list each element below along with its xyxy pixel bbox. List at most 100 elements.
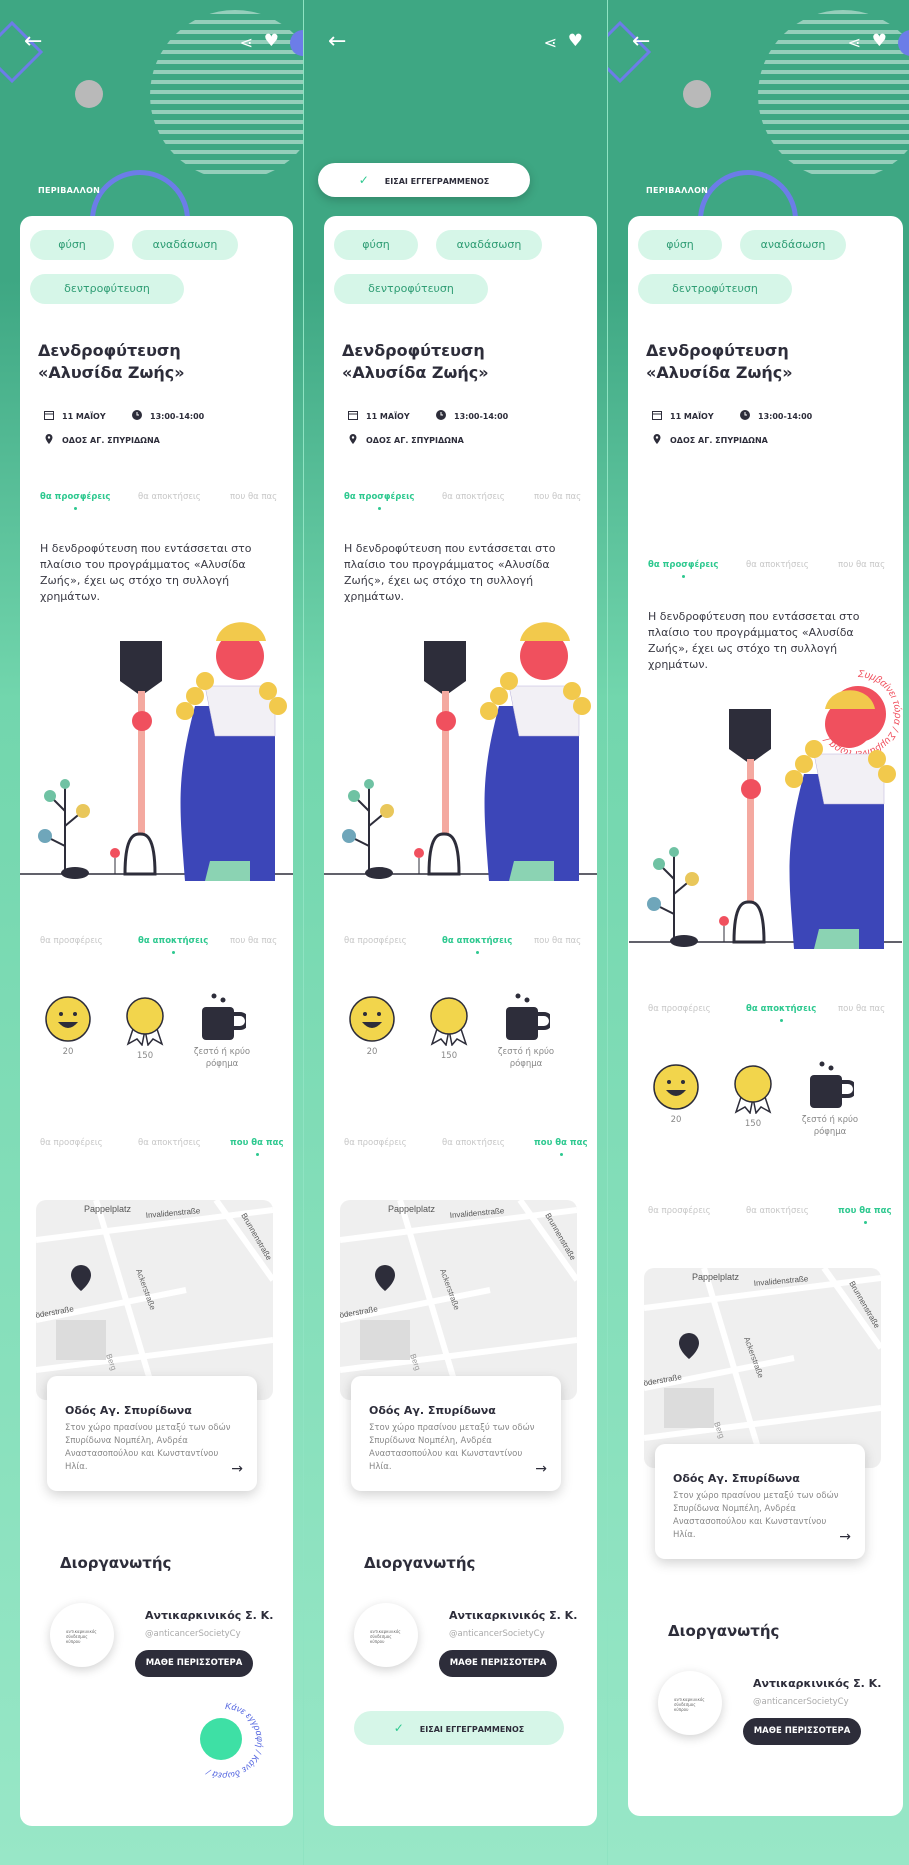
tag-chip[interactable]: φύση: [30, 230, 114, 260]
tab-where[interactable]: που θα πας: [230, 1138, 284, 1156]
reward-label: ζεστό ή κρύο ρόφημα: [801, 1115, 859, 1137]
reward-points: 20: [636, 1064, 716, 1126]
tab-gain[interactable]: θα αποκτήσεις: [138, 1138, 201, 1148]
tab-where[interactable]: που θα πας: [838, 560, 885, 570]
pin-icon: [45, 434, 53, 444]
heart-icon[interactable]: ♥: [264, 31, 279, 51]
tag-chip[interactable]: δεντροφύτευση: [30, 274, 184, 304]
event-location: ΟΔΟΣ ΑΓ. ΣΠΥΡΙΔΩΝΑ: [652, 434, 768, 445]
reward-points: 20: [28, 996, 108, 1058]
event-description: Η δενδροφύτευση που εντάσσεται στο πλαίσ…: [648, 610, 860, 671]
tab-offer[interactable]: θα προσφέρεις: [344, 492, 414, 510]
tab-offer[interactable]: θα προσφέρεις: [40, 1138, 103, 1148]
tab-where[interactable]: που θα πας: [230, 492, 277, 502]
place-description: Στον χώρο πρασίνου μεταξύ των οδών Σπυρί…: [673, 1491, 839, 1540]
event-location-text: ΟΔΟΣ ΑΓ. ΣΠΥΡΙΔΩΝΑ: [62, 436, 160, 445]
tag-chip[interactable]: αναδάσωση: [740, 230, 846, 260]
share-icon[interactable]: ⋖: [240, 33, 253, 52]
tab-where[interactable]: που θα πας: [838, 1004, 885, 1014]
tag-chip[interactable]: αναδάσωση: [436, 230, 542, 260]
place-card[interactable]: Οδός Αγ. Σπυρίδωνα Στον χώρο πρασίνου με…: [655, 1444, 865, 1559]
organizer-logo[interactable]: αντικαρκινικός σύνδεσμος κύπρου: [50, 1603, 114, 1667]
tab-offer[interactable]: θα προσφέρεις: [40, 936, 103, 946]
arrow-right-icon[interactable]: →: [535, 1461, 547, 1477]
registered-button-text: ΕΙΣΑΙ ΕΓΓΕΓΡΑΜΜΕΝΟΣ: [419, 1725, 525, 1734]
tag-chip[interactable]: δεντροφύτευση: [334, 274, 488, 304]
tab-gain[interactable]: θα αποκτήσεις: [138, 492, 201, 502]
map-view[interactable]: Pappelplatz Invalidenstraße Ackerstraße …: [644, 1268, 881, 1468]
tab-where[interactable]: που θα πας: [838, 1206, 892, 1224]
tab-where[interactable]: που θα πας: [534, 1138, 588, 1156]
clock-icon: [740, 410, 750, 420]
tab-offer[interactable]: θα προσφέρεις: [344, 1138, 407, 1148]
event-date: 11 ΜΑΪΟΥ: [652, 410, 714, 421]
organizer-logo[interactable]: αντικαρκινικός σύνδεσμος κύπρου: [354, 1603, 418, 1667]
event-location-text: ΟΔΟΣ ΑΓ. ΣΠΥΡΙΔΩΝΑ: [670, 436, 768, 445]
event-time: 13:00-14:00: [132, 410, 204, 421]
tag-chip[interactable]: αναδάσωση: [132, 230, 238, 260]
decoration-dot: [75, 80, 103, 108]
tab-offer[interactable]: θα προσφέρεις: [40, 492, 110, 510]
arrow-left-icon[interactable]: ←: [24, 31, 42, 53]
event-description: Η δενδροφύτευση που εντάσσεται στο πλαίσ…: [344, 542, 556, 603]
tab-where[interactable]: που θα πας: [534, 492, 581, 502]
reward-label: 150: [440, 1051, 458, 1061]
tab-gain[interactable]: θα αποκτήσεις: [442, 492, 505, 502]
organizer-handle: @anticancerSocietyCy: [753, 1697, 849, 1707]
place-card[interactable]: Οδός Αγ. Σπυρίδωνα Στον χώρο πρασίνου με…: [47, 1376, 257, 1491]
tab-where[interactable]: που θα πας: [534, 936, 581, 946]
screen-2: ← ⋖ ♥ ✓ ΕΙΣΑΙ ΕΓΓΕΓΡΑΜΜΕΝΟΣ φύση αναδάσωσ…: [304, 0, 607, 1865]
map-streets: Pappelplatz Invalidenstraße Ackerstraße …: [36, 1200, 273, 1400]
tag-chip[interactable]: φύση: [334, 230, 418, 260]
street-label: Ackerstraße: [742, 1336, 765, 1380]
organizer-logo[interactable]: αντικαρκινικός σύνδεσμος κύπρου: [658, 1671, 722, 1735]
arrow-right-icon[interactable]: →: [231, 1461, 243, 1477]
arrow-left-icon[interactable]: ←: [328, 31, 346, 53]
arrow-right-icon[interactable]: →: [839, 1529, 851, 1545]
reward-label: 20: [670, 1115, 682, 1125]
place-card[interactable]: Οδός Αγ. Σπυρίδωνα Στον χώρο πρασίνου με…: [351, 1376, 561, 1491]
reward-label: 150: [744, 1119, 762, 1129]
event-date: 11 ΜΑΪΟΥ: [348, 410, 410, 421]
tag-chip[interactable]: δεντροφύτευση: [638, 274, 792, 304]
event-time: 13:00-14:00: [436, 410, 508, 421]
arrow-left-icon[interactable]: ←: [632, 31, 650, 53]
tab-gain[interactable]: θα αποκτήσεις: [138, 936, 208, 954]
reward-drink: ζεστό ή κρύο ρόφημα: [486, 992, 566, 1070]
event-title: Δενδροφύτευση «Αλυσίδα Ζωής»: [342, 341, 489, 382]
tab-gain[interactable]: θα αποκτήσεις: [442, 936, 512, 954]
map-pin-icon: [375, 1265, 395, 1291]
tab-gain[interactable]: θα αποκτήσεις: [746, 1004, 816, 1022]
smiley-icon: [45, 996, 91, 1042]
tab-gain[interactable]: θα αποκτήσεις: [442, 1138, 505, 1148]
share-icon[interactable]: ⋖: [544, 33, 557, 52]
organizer-name: Αντικαρκινικός Σ. Κ.: [145, 1609, 274, 1622]
learn-more-button[interactable]: ΜΑΘΕ ΠΕΡΙΣΣΟΤΕΡΑ: [743, 1718, 861, 1745]
registered-button[interactable]: ✓ ΕΙΣΑΙ ΕΓΓΕΓΡΑΜΜΕΝΟΣ: [354, 1711, 564, 1745]
clock-icon: [436, 410, 446, 420]
tab-where[interactable]: που θα πας: [230, 936, 277, 946]
map-view[interactable]: Pappelplatz Invalidenstraße Ackerstraße …: [36, 1200, 273, 1400]
place-title: Οδός Αγ. Σπυρίδωνα: [65, 1404, 192, 1417]
heart-icon[interactable]: ♥: [568, 31, 583, 51]
tab-offer[interactable]: θα προσφέρεις: [648, 1206, 711, 1216]
map-view[interactable]: Pappelplatz Invalidenstraße Ackerstraße …: [340, 1200, 577, 1400]
smiley-icon: [653, 1064, 699, 1110]
top-bar: ← ⋖ ♥: [304, 30, 607, 56]
tab-offer[interactable]: θα προσφέρεις: [648, 560, 718, 578]
reward-badge: 150: [713, 1064, 793, 1130]
event-location: ΟΔΟΣ ΑΓ. ΣΠΥΡΙΔΩΝΑ: [44, 434, 160, 445]
event-card: φύση αναδάσωση δεντροφύτευση Δενδροφύτευ…: [628, 216, 904, 1816]
heart-icon[interactable]: ♥: [872, 31, 887, 51]
tab-offer[interactable]: θα προσφέρεις: [648, 1004, 711, 1014]
reward-label: ζεστό ή κρύο ρόφημα: [497, 1047, 555, 1069]
tab-gain[interactable]: θα αποκτήσεις: [746, 560, 809, 570]
reward-label: 20: [62, 1047, 74, 1057]
learn-more-button[interactable]: ΜΑΘΕ ΠΕΡΙΣΣΟΤΕΡΑ: [135, 1650, 253, 1677]
learn-more-button[interactable]: ΜΑΘΕ ΠΕΡΙΣΣΟΤΕΡΑ: [439, 1650, 557, 1677]
tag-chip[interactable]: φύση: [638, 230, 722, 260]
tab-gain[interactable]: θα αποκτήσεις: [746, 1206, 809, 1216]
tab-offer[interactable]: θα προσφέρεις: [344, 936, 407, 946]
share-icon[interactable]: ⋖: [848, 33, 861, 52]
organizer-heading: Διοργανωτής: [668, 1622, 780, 1640]
